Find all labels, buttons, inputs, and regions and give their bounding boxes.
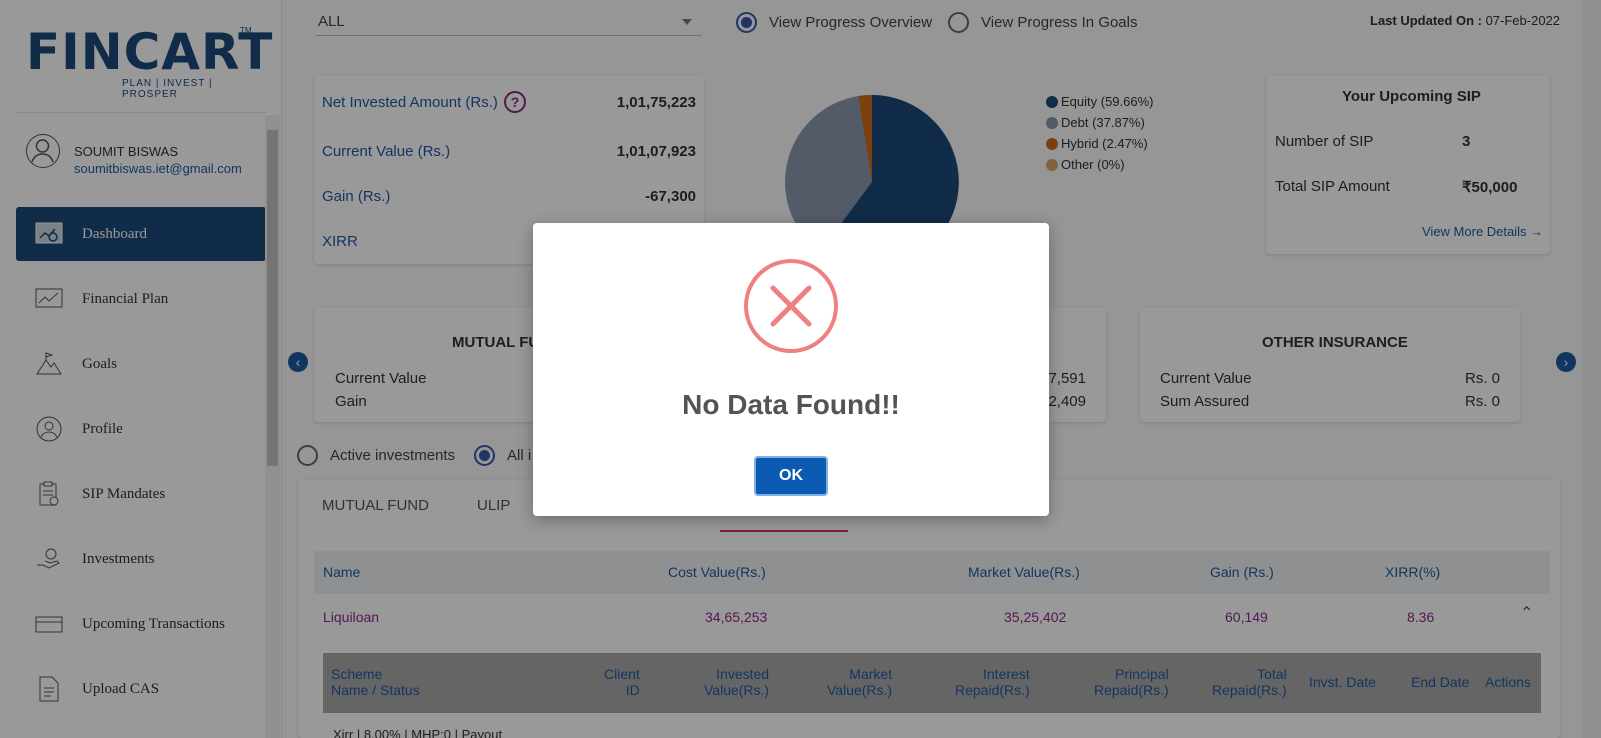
app-root: FINCART PLAN | INVEST | PROSPER TM SOUMI… (0, 0, 1601, 738)
error-x-icon (744, 259, 838, 353)
modal-title: No Data Found!! (682, 389, 900, 420)
ok-button[interactable]: OK (754, 456, 828, 496)
alert-modal: No Data Found!! OK (533, 223, 1049, 516)
